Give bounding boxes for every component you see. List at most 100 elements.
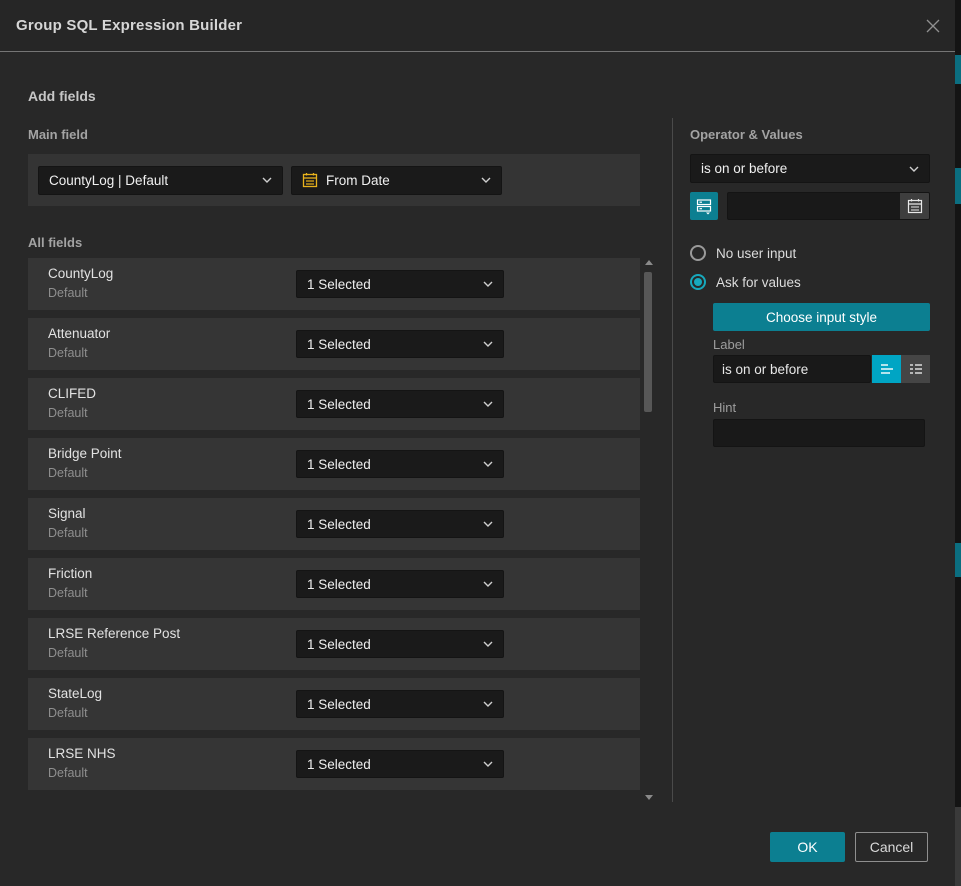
- date-picker-button[interactable]: [900, 193, 929, 219]
- field-selection-dropdown[interactable]: 1 Selected: [296, 390, 504, 418]
- chevron-down-icon: [483, 341, 493, 347]
- selection-value: 1 Selected: [307, 337, 371, 352]
- all-fields-list: CountyLog Default 1 Selected Attenuator …: [28, 258, 640, 798]
- group-sql-expression-builder-dialog: Group SQL Expression Builder Add fields …: [0, 0, 961, 886]
- selection-value: 1 Selected: [307, 577, 371, 592]
- field-selection-dropdown[interactable]: 1 Selected: [296, 510, 504, 538]
- page-edge-strip: [955, 0, 961, 886]
- selection-value: 1 Selected: [307, 757, 371, 772]
- field-row: Attenuator Default 1 Selected: [28, 318, 640, 370]
- hint-field-label: Hint: [713, 400, 736, 415]
- value-input-row: [690, 192, 930, 220]
- field-row: Signal Default 1 Selected: [28, 498, 640, 550]
- operator-dropdown[interactable]: is on or before: [690, 154, 930, 183]
- edge-segment: [955, 807, 961, 886]
- operator-values-heading: Operator & Values: [690, 127, 803, 142]
- list-style-button[interactable]: [901, 355, 930, 383]
- field-row: CLIFED Default 1 Selected: [28, 378, 640, 430]
- dialog-title: Group SQL Expression Builder: [16, 17, 242, 34]
- field-sublabel: Default: [48, 286, 88, 300]
- chevron-down-icon: [483, 581, 493, 587]
- set-values-mode-button[interactable]: [690, 192, 718, 220]
- field-selection-dropdown[interactable]: 1 Selected: [296, 570, 504, 598]
- field-name: Friction: [48, 566, 92, 581]
- chevron-down-icon: [483, 761, 493, 767]
- main-field-panel: CountyLog | Default From Date: [28, 154, 640, 206]
- cancel-button[interactable]: Cancel: [855, 832, 928, 862]
- choose-input-style-button[interactable]: Choose input style: [713, 303, 930, 331]
- selection-value: 1 Selected: [307, 457, 371, 472]
- scrollbar-down-arrow-icon[interactable]: [645, 795, 653, 800]
- field-sublabel: Default: [48, 766, 88, 780]
- label-field-label: Label: [713, 337, 745, 352]
- field-selection-dropdown[interactable]: 1 Selected: [296, 450, 504, 478]
- layer-dropdown-value: CountyLog | Default: [49, 173, 168, 188]
- field-name: LRSE NHS: [48, 746, 116, 761]
- date-value-input[interactable]: [728, 193, 900, 219]
- selection-value: 1 Selected: [307, 397, 371, 412]
- field-row: CountyLog Default 1 Selected: [28, 258, 640, 310]
- chevron-down-icon: [481, 177, 491, 183]
- panel-divider: [672, 118, 673, 802]
- calendar-icon: [907, 198, 923, 214]
- radio-icon: [690, 274, 706, 290]
- field-selection-dropdown[interactable]: 1 Selected: [296, 750, 504, 778]
- selection-value: 1 Selected: [307, 517, 371, 532]
- field-sublabel: Default: [48, 646, 88, 660]
- field-selection-dropdown[interactable]: 1 Selected: [296, 330, 504, 358]
- selection-value: 1 Selected: [307, 697, 371, 712]
- calendar-icon: [302, 172, 318, 188]
- field-name: CountyLog: [48, 266, 113, 281]
- chevron-down-icon: [483, 701, 493, 707]
- main-field-dropdown[interactable]: From Date: [291, 166, 502, 195]
- field-row: Bridge Point Default 1 Selected: [28, 438, 640, 490]
- ok-button[interactable]: OK: [770, 832, 845, 862]
- single-line-style-button[interactable]: [872, 355, 901, 383]
- chevron-down-icon: [483, 281, 493, 287]
- chevron-down-icon: [483, 461, 493, 467]
- field-row: LRSE Reference Post Default 1 Selected: [28, 618, 640, 670]
- list-icon: [908, 361, 924, 377]
- layer-dropdown[interactable]: CountyLog | Default: [38, 166, 283, 195]
- main-field-heading: Main field: [28, 127, 88, 142]
- edge-segment: [955, 543, 961, 577]
- field-name: Bridge Point: [48, 446, 122, 461]
- field-name: CLIFED: [48, 386, 96, 401]
- date-value-field: [727, 192, 930, 220]
- field-selection-dropdown[interactable]: 1 Selected: [296, 630, 504, 658]
- scrollbar-up-arrow-icon[interactable]: [645, 260, 653, 265]
- chevron-down-icon: [483, 641, 493, 647]
- unique-values-icon: [695, 197, 713, 215]
- selection-value: 1 Selected: [307, 277, 371, 292]
- field-sublabel: Default: [48, 526, 88, 540]
- radio-icon: [690, 245, 706, 261]
- radio-no-user-input[interactable]: No user input: [690, 245, 796, 261]
- scrollbar-thumb[interactable]: [644, 272, 652, 412]
- align-left-icon: [879, 361, 895, 377]
- field-row: LRSE NHS Default 1 Selected: [28, 738, 640, 790]
- list-scrollbar[interactable]: [641, 258, 655, 802]
- field-sublabel: Default: [48, 406, 88, 420]
- label-input[interactable]: [713, 355, 871, 383]
- dialog-titlebar: Group SQL Expression Builder: [0, 0, 955, 52]
- field-row: StateLog Default 1 Selected: [28, 678, 640, 730]
- field-sublabel: Default: [48, 466, 88, 480]
- selection-value: 1 Selected: [307, 637, 371, 652]
- close-icon: [925, 18, 941, 34]
- edge-segment: [955, 55, 961, 84]
- radio-ask-for-values[interactable]: Ask for values: [690, 274, 801, 290]
- radio-label: No user input: [716, 246, 796, 261]
- field-name: Attenuator: [48, 326, 110, 341]
- field-name: LRSE Reference Post: [48, 626, 180, 641]
- hint-input[interactable]: [713, 419, 925, 447]
- label-field-row: [713, 355, 930, 383]
- chevron-down-icon: [483, 401, 493, 407]
- close-button[interactable]: [917, 10, 949, 42]
- main-field-dropdown-value: From Date: [326, 173, 390, 188]
- all-fields-heading: All fields: [28, 235, 82, 250]
- chevron-down-icon: [909, 166, 919, 172]
- field-selection-dropdown[interactable]: 1 Selected: [296, 690, 504, 718]
- field-selection-dropdown[interactable]: 1 Selected: [296, 270, 504, 298]
- operator-dropdown-value: is on or before: [701, 161, 787, 176]
- radio-label: Ask for values: [716, 275, 801, 290]
